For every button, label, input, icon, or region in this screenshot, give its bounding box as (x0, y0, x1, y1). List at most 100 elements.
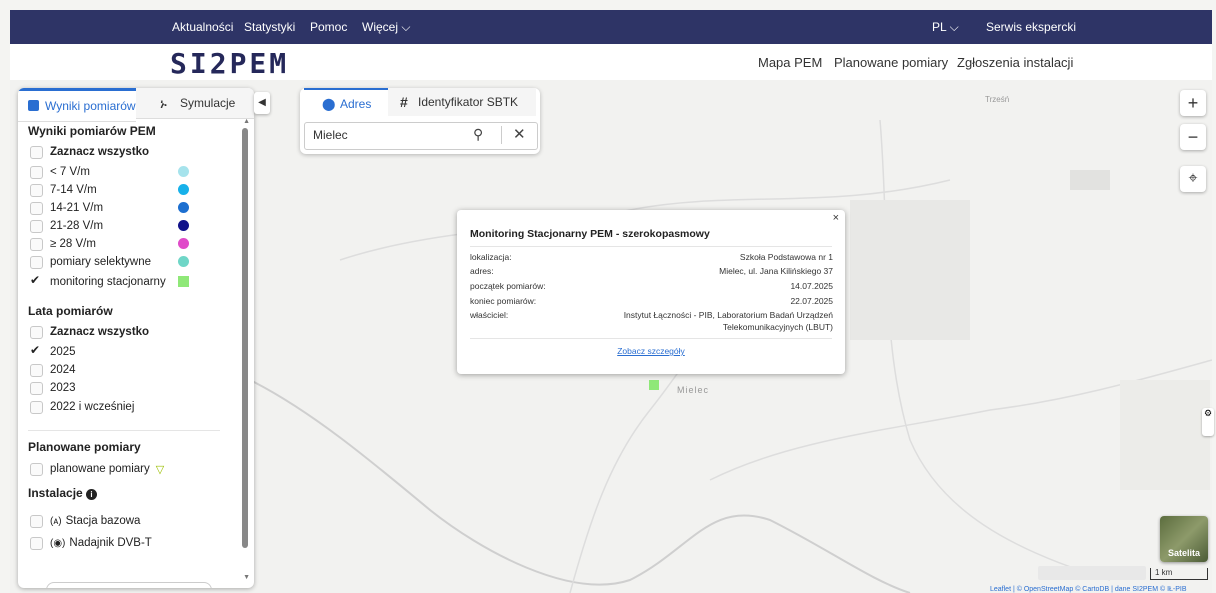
level-row[interactable]: 14-21 V/m (30, 199, 189, 217)
install-row[interactable]: (ᴀ) Stacja bazowa (30, 512, 140, 530)
checkbox[interactable] (30, 165, 43, 179)
year-label: 2025 (50, 346, 76, 358)
level-label: pomiary selektywne (50, 256, 151, 268)
popup-value: Telekomunikacyjnych (LBUT) (722, 322, 833, 332)
base-station-icon: (ᴀ) (50, 515, 62, 527)
checkbox[interactable] (30, 325, 43, 339)
triangle-icon: ▽ (155, 463, 165, 476)
chevron-down-icon: ⌵ (949, 20, 959, 34)
logo[interactable]: SI2PEM (170, 47, 289, 80)
chevron-down-icon: ⌵ (401, 20, 411, 34)
satellite-toggle[interactable]: Satelita (1160, 516, 1208, 562)
divider (470, 338, 832, 339)
checkbox[interactable] (30, 462, 43, 476)
map-attribution[interactable]: Leaflet | © OpenStreetMap © CartoDB | da… (990, 586, 1187, 593)
simulation-icon: ኑ (160, 95, 167, 111)
info-icon[interactable]: i (86, 489, 98, 500)
color-dot (178, 184, 189, 195)
bar-chart-icon (28, 100, 39, 111)
level-row[interactable]: < 7 V/m (30, 163, 189, 181)
checkbox[interactable] (30, 145, 43, 159)
checkbox-label: Zaznacz wszystko (50, 326, 150, 338)
color-dot (178, 166, 189, 177)
level-row[interactable]: monitoring stacjonarny (30, 273, 189, 291)
checkbox[interactable] (30, 363, 43, 377)
popup-label: lokalizacja: (470, 252, 512, 262)
locate-button[interactable]: ⌖ (1180, 166, 1206, 192)
topbar-item-expert[interactable]: Serwis ekspercki (986, 20, 1076, 34)
side-tools-button[interactable]: ⚙ (1202, 408, 1214, 436)
clear-icon[interactable]: ✕ (513, 125, 526, 143)
section-title-install: Instalacje i (28, 486, 98, 500)
satellite-label: Satelita (1167, 548, 1200, 558)
checkbox[interactable] (30, 219, 43, 233)
top-navigation-bar: Aktualności Statystyki Pomoc Więcej ⌵ PL… (10, 10, 1212, 44)
level-label: 14-21 V/m (50, 202, 104, 214)
topbar-item-more[interactable]: Więcej ⌵ (362, 20, 410, 35)
level-row[interactable]: 7-14 V/m (30, 181, 189, 199)
checkbox-label: Zaznacz wszystko (50, 146, 150, 158)
section-title-planned: Planowane pomiary (28, 440, 141, 454)
topbar-item-help[interactable]: Pomoc (310, 20, 347, 34)
level-label: 7-14 V/m (50, 184, 97, 196)
year-row[interactable]: 2022 i wcześniej (30, 398, 134, 416)
topbar-item-stats[interactable]: Statystyki (244, 20, 295, 34)
close-icon[interactable]: × (833, 212, 839, 224)
popup-label: właściciel: (470, 310, 509, 320)
level-row[interactable]: pomiary selektywne (30, 253, 189, 271)
select-all-levels[interactable]: Zaznacz wszystko (30, 143, 149, 161)
year-row[interactable]: 2023 (30, 379, 76, 397)
building-block (1070, 170, 1110, 190)
tab-wyniki-pomiarow[interactable]: Wyniki pomiarów (18, 88, 136, 122)
popup-label: adres: (470, 266, 494, 276)
checkbox[interactable] (30, 237, 43, 251)
zoom-out-button[interactable]: − (1180, 124, 1206, 150)
search-input[interactable]: Mielec ⚲ ✕ (304, 122, 538, 150)
year-row[interactable]: 2024 (30, 361, 76, 379)
divider (501, 126, 502, 144)
divider (470, 246, 832, 247)
checkbox[interactable] (30, 183, 43, 197)
install-label: Nadajnik DVB-T (69, 537, 152, 549)
nav-mapa-pem[interactable]: Mapa PEM (758, 55, 822, 70)
panel-bottom-button[interactable] (46, 582, 212, 588)
install-row[interactable]: (◉) Nadajnik DVB-T (30, 534, 152, 552)
planned-row[interactable]: planowane pomiary ▽ (30, 460, 164, 478)
year-row[interactable]: 2025 (30, 343, 76, 361)
forest-area (1120, 380, 1210, 490)
color-dot (178, 256, 189, 267)
checkbox-checked[interactable] (30, 273, 43, 289)
section-title-results: Wyniki pomiarów PEM (28, 124, 156, 138)
level-row[interactable]: ≥ 28 V/m (30, 235, 189, 253)
language-selector[interactable]: PL ⌵ (932, 20, 959, 35)
checkbox[interactable] (30, 255, 43, 269)
eu-funding-logos (1038, 566, 1146, 580)
tab-label: Symulacje (180, 96, 236, 110)
hash-icon: # (400, 94, 408, 110)
scroll-down-icon[interactable]: ▼ (243, 574, 250, 581)
scroll-up-icon[interactable]: ▲ (243, 118, 250, 125)
checkbox[interactable] (30, 201, 43, 215)
tab-symulacje[interactable]: ኑ Symulacje (136, 88, 254, 119)
tab-adres[interactable]: ⬤ Adres (304, 88, 388, 118)
popup-value: 14.07.2025 (790, 281, 833, 291)
zoom-in-button[interactable]: + (1180, 90, 1206, 116)
topbar-item-news[interactable]: Aktualności (172, 20, 233, 34)
tab-identyfikator[interactable]: # Identyfikator SBTK (388, 88, 536, 116)
select-all-years[interactable]: Zaznacz wszystko (30, 323, 149, 341)
checkbox[interactable] (30, 514, 43, 528)
details-link[interactable]: Zobacz szczegóły (457, 346, 845, 356)
level-row[interactable]: 21-28 V/m (30, 217, 189, 235)
checkbox-checked[interactable] (30, 343, 43, 359)
collapse-panel-button[interactable]: ◀ (254, 92, 270, 114)
color-dot (178, 238, 189, 249)
search-icon[interactable]: ⚲ (473, 126, 483, 143)
chevron-left-icon: ◀ (258, 97, 266, 108)
checkbox[interactable] (30, 400, 43, 414)
nav-planowane-pomiary[interactable]: Planowane pomiary (834, 55, 948, 70)
checkbox[interactable] (30, 536, 43, 550)
panel-scrollbar[interactable] (242, 128, 248, 548)
checkbox[interactable] (30, 381, 43, 395)
monitoring-marker[interactable] (649, 380, 659, 390)
nav-zgloszenia[interactable]: Zgłoszenia instalacji (957, 55, 1073, 70)
